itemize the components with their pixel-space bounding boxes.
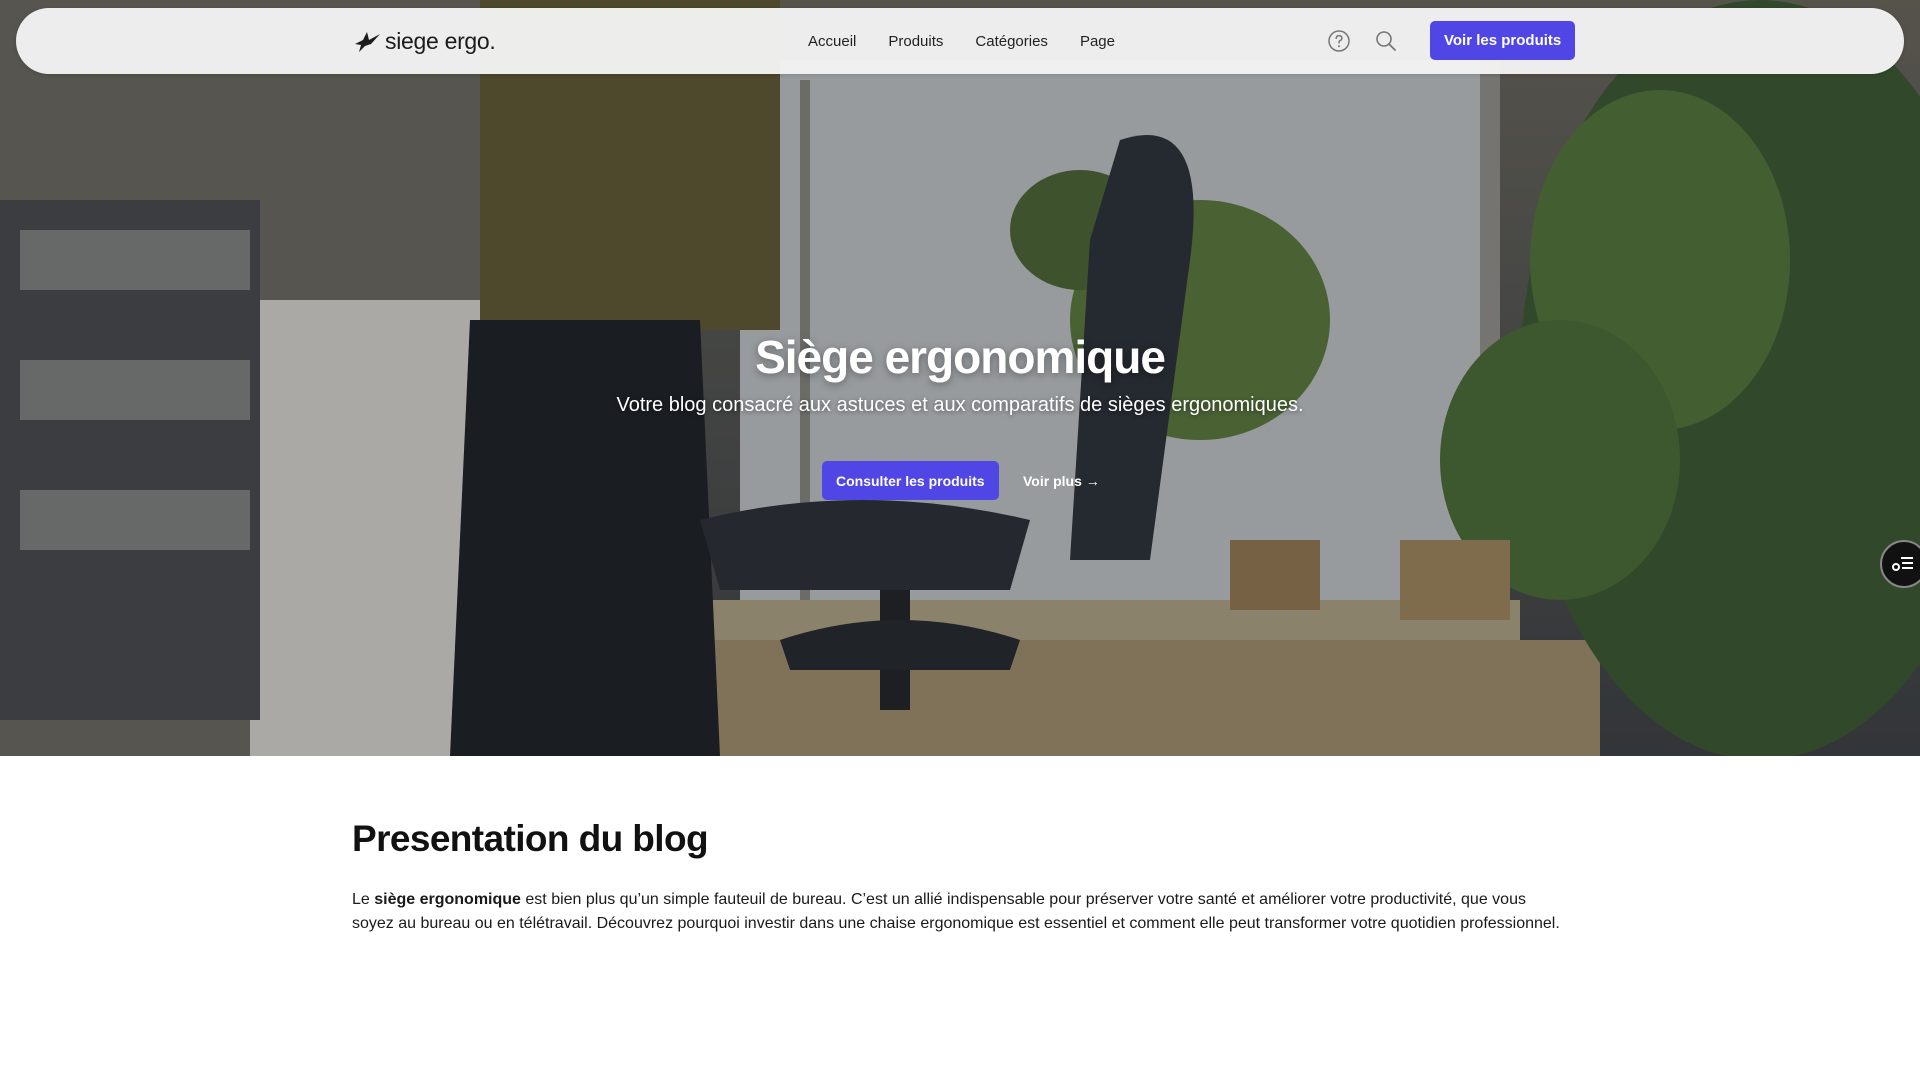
nav-link-produits[interactable]: Produits: [888, 33, 943, 50]
brand-logo[interactable]: siege ergo.: [353, 28, 496, 55]
table-of-contents-toggle[interactable]: [1880, 540, 1920, 588]
see-products-button[interactable]: Voir les produits: [1430, 21, 1576, 60]
nav-link-accueil[interactable]: Accueil: [808, 33, 856, 50]
nav-link-page[interactable]: Page: [1080, 33, 1115, 50]
hero-subtitle: Votre blog consacré aux astuces et aux c…: [616, 394, 1304, 416]
bird-logo-icon: [355, 31, 380, 52]
presentation-text-start: Le: [352, 891, 375, 908]
brand-name: siege ergo.: [385, 28, 496, 54]
presentation-section: Presentation du blog Le siège ergonomiqu…: [352, 818, 1568, 936]
consult-products-button[interactable]: Consulter les produits: [822, 461, 999, 500]
table-of-contents-icon: [1892, 557, 1913, 571]
hero-title: Siège ergonomique: [755, 331, 1166, 383]
hero-section: Siège ergonomique Votre blog consacré au…: [0, 0, 1920, 756]
presentation-text-bold: siège ergonomique: [374, 891, 521, 908]
help-circle-icon[interactable]: [1327, 29, 1351, 53]
presentation-title: Presentation du blog: [352, 818, 709, 859]
presentation-text: Le siège ergonomique est bien plus qu’un…: [352, 888, 1568, 936]
nav-link-categories[interactable]: Catégories: [975, 33, 1048, 50]
top-navbar: siege ergo. Accueil Produits Catégories …: [16, 8, 1904, 74]
search-icon[interactable]: [1374, 29, 1398, 53]
presentation-text-rest: est bien plus qu’un simple fauteuil de b…: [352, 891, 1560, 932]
see-more-link[interactable]: Voir plus →: [1023, 461, 1100, 500]
main-nav: Accueil Produits Catégories Page: [808, 8, 1115, 74]
